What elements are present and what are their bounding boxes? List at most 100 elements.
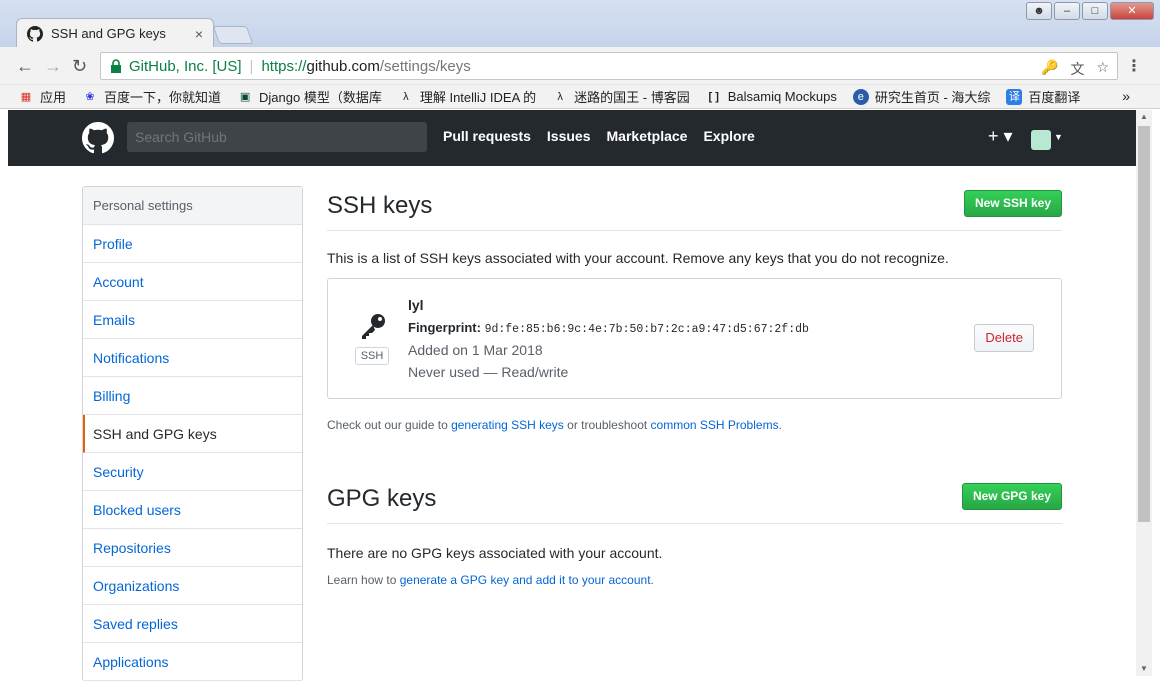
sidebar-heading: Personal settings (83, 187, 302, 225)
school-icon: e (852, 88, 869, 105)
sidebar-item-blocked-users[interactable]: Blocked users (83, 491, 302, 529)
nav-issues[interactable]: Issues (547, 128, 591, 144)
key-fingerprint: Fingerprint: 9d:fe:85:b6:9c:4e:7b:50:b7:… (408, 320, 809, 336)
window-close-icon[interactable]: ✕ (1110, 2, 1154, 20)
scroll-down-arrow-icon[interactable]: ▼ (1136, 662, 1152, 676)
gpg-keys-title: GPG keys (327, 485, 437, 512)
django-icon: ▣ (239, 90, 251, 103)
bookmark-label: Django 模型（数据库 (259, 90, 382, 105)
sidebar-item-notifications[interactable]: Notifications (83, 339, 302, 377)
ssh-guide-text: Check out our guide to generating SSH ke… (327, 418, 1062, 432)
key-icon[interactable]: 🔑 (1041, 59, 1058, 79)
key-title: lyl (408, 297, 424, 313)
secure-lock-icon (111, 59, 121, 73)
back-arrow-icon[interactable]: ← (16, 56, 34, 76)
scroll-up-arrow-icon[interactable]: ▲ (1136, 110, 1152, 124)
nav-pull-requests[interactable]: Pull requests (443, 128, 531, 144)
github-favicon-icon (27, 25, 43, 42)
scroll-thumb[interactable] (1138, 126, 1150, 522)
sidebar-item-applications[interactable]: Applications (83, 643, 302, 681)
guide-suffix: . (778, 418, 782, 432)
bookmark-item[interactable]: ▣ Django 模型（数据库 (237, 87, 382, 106)
forward-arrow-icon[interactable]: → (44, 56, 62, 76)
baidu-paw-icon: ❀ (85, 90, 95, 103)
new-gpg-key-button[interactable]: New GPG key (961, 483, 1062, 510)
sidebar-item-profile[interactable]: Profile (83, 225, 302, 263)
bookmark-label: Balsamiq Mockups (727, 89, 837, 104)
chevron-down-icon[interactable]: ▼ (1054, 132, 1063, 142)
common-ssh-problems-link[interactable]: common SSH Problems (651, 418, 779, 432)
guide-prefix: Check out our guide to (327, 418, 452, 432)
balsamiq-icon: [ ] (708, 90, 719, 103)
tab-title: SSH and GPG keys (51, 26, 166, 41)
key-usage-status: Never used — Read/write (408, 364, 569, 380)
ssh-description: This is a list of SSH keys associated wi… (327, 250, 949, 266)
url-path: /settings/keys (379, 57, 471, 75)
address-separator: | (249, 57, 254, 75)
settings-sidebar: Personal settings Profile Account Emails… (82, 186, 303, 681)
sidebar-item-security[interactable]: Security (83, 453, 302, 491)
new-ssh-key-button[interactable]: New SSH key (963, 190, 1062, 217)
bookmark-label: 应用 (40, 90, 67, 105)
browser-toolbar: ← → ↻ GitHub, Inc. [US] | https:// githu… (0, 47, 1160, 85)
sidebar-item-saved-replies[interactable]: Saved replies (83, 605, 302, 643)
bookmark-item[interactable]: λ 理解 IntelliJ IDEA 的 (398, 87, 536, 106)
bookmark-item[interactable]: 译 百度翻译 (1006, 87, 1080, 106)
browser-tab[interactable]: SSH and GPG keys × (16, 18, 214, 48)
delete-key-button[interactable]: Delete (974, 324, 1034, 352)
window-minimize-icon[interactable]: – (1054, 2, 1080, 20)
bookmark-star-icon[interactable]: ☆ (1096, 59, 1109, 79)
gpg-section: GPG keys New GPG key There are no GPG ke… (327, 479, 1062, 587)
new-tab-button[interactable] (212, 26, 254, 44)
github-header: Pull requests Issues Marketplace Explore… (8, 110, 1136, 166)
bookmark-item[interactable]: ▦ 应用 (18, 87, 66, 106)
sidebar-item-organizations[interactable]: Organizations (83, 567, 302, 605)
gpg-learn-text: Learn how to generate a GPG key and add … (327, 573, 1062, 587)
bookmarks-more-icon[interactable]: » (1122, 88, 1130, 104)
generating-ssh-keys-link[interactable]: generating SSH keys (451, 418, 564, 432)
gpg-empty-text: There are no GPG keys associated with yo… (327, 545, 663, 561)
window-user-icon[interactable]: ☻ (1026, 2, 1052, 20)
bookmark-label: 百度翻译 (1028, 90, 1081, 105)
sidebar-item-ssh-gpg-keys[interactable]: SSH and GPG keys (83, 415, 302, 453)
bookmark-label: 研究生首页 - 海大综 (874, 90, 991, 105)
window-maximize-icon[interactable]: □ (1082, 2, 1108, 20)
sidebar-item-billing[interactable]: Billing (83, 377, 302, 415)
main-content: SSH keys New SSH key This is a list of S… (327, 186, 1062, 587)
bookmark-item[interactable]: e 研究生首页 - 海大综 (852, 87, 991, 106)
bookmark-label: 百度一下，你就知道 (104, 90, 222, 105)
bookmark-item[interactable]: λ 迷路的国王 - 博客园 (552, 87, 689, 106)
browser-menu-icon[interactable]: ⋮ (1126, 56, 1142, 76)
sidebar-item-repositories[interactable]: Repositories (83, 529, 302, 567)
certificate-org: GitHub, Inc. [US] (129, 57, 242, 75)
guide-middle: or troubleshoot (563, 418, 651, 432)
address-bar-icons: 🔑 文 ☆ (1041, 59, 1109, 79)
key-icon (362, 314, 385, 339)
create-new-icon[interactable]: + ▾ (988, 126, 1013, 147)
search-input[interactable] (127, 122, 427, 152)
key-added-date: Added on 1 Mar 2018 (408, 342, 543, 358)
header-nav: Pull requests Issues Marketplace Explore (443, 128, 755, 144)
page-scrollbar[interactable]: ▲ ▼ (1136, 110, 1152, 676)
sidebar-item-account[interactable]: Account (83, 263, 302, 301)
browser-titlebar: SSH and GPG keys × ☻ – □ ✕ (0, 0, 1160, 48)
translate-icon: 译 (1006, 88, 1023, 105)
translate-icon[interactable]: 文 (1070, 59, 1084, 79)
reload-icon[interactable]: ↻ (72, 56, 87, 76)
avatar[interactable] (1031, 130, 1051, 150)
nav-explore[interactable]: Explore (703, 128, 754, 144)
bookmarks-bar: ▦ 应用 ❀ 百度一下，你就知道 ▣ Django 模型（数据库 λ 理解 In… (0, 85, 1160, 109)
sidebar-item-emails[interactable]: Emails (83, 301, 302, 339)
generate-gpg-key-link[interactable]: generate a GPG key and add it to your ac… (400, 573, 651, 587)
nav-marketplace[interactable]: Marketplace (607, 128, 688, 144)
github-logo-icon[interactable] (82, 122, 114, 154)
ssh-key-item: SSH lyl Fingerprint: 9d:fe:85:b6:9c:4e:7… (327, 278, 1062, 399)
csdn-icon: λ (403, 90, 409, 103)
tab-close-icon[interactable]: × (195, 26, 203, 42)
bookmark-item[interactable]: [ ] Balsamiq Mockups (706, 89, 837, 105)
gpg-section-header: GPG keys New GPG key (327, 479, 1062, 524)
bookmark-item[interactable]: ❀ 百度一下，你就知道 (82, 87, 221, 106)
address-bar[interactable]: GitHub, Inc. [US] | https:// github.com … (100, 52, 1118, 80)
ssh-section-header: SSH keys New SSH key (327, 186, 1062, 231)
bookmark-label: 理解 IntelliJ IDEA 的 (419, 90, 537, 105)
